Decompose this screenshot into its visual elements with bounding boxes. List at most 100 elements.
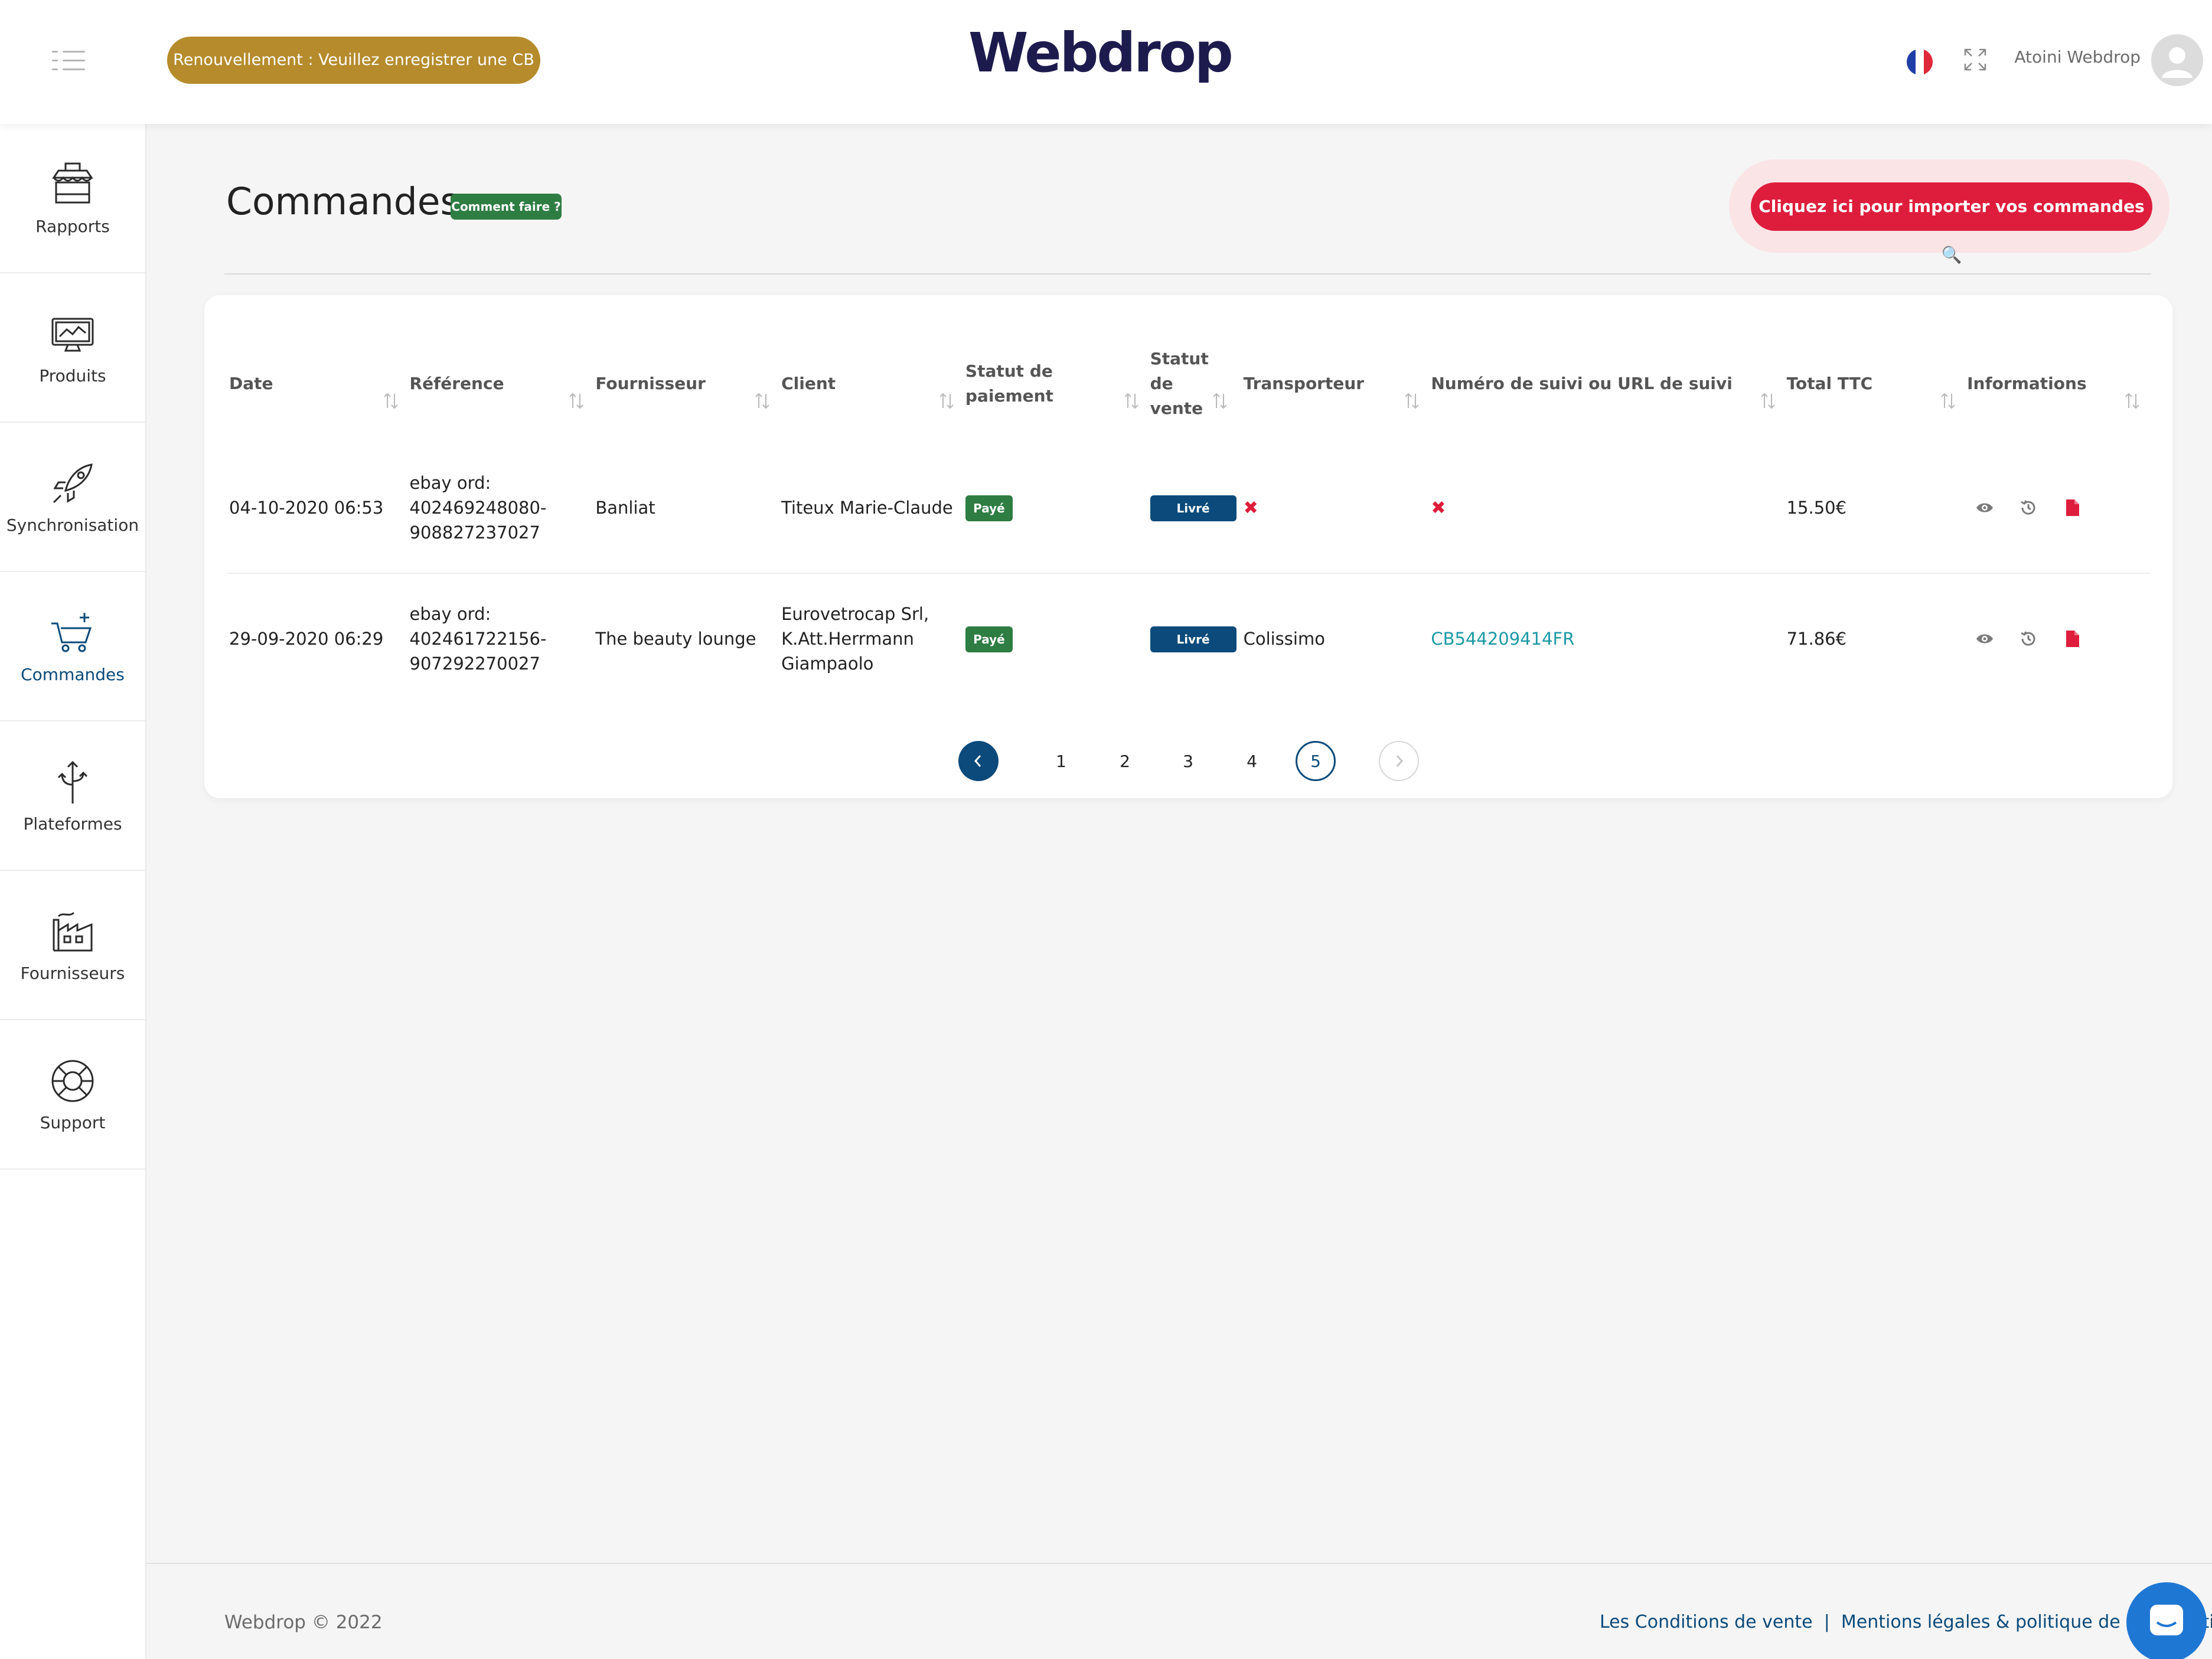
- history-icon[interactable]: [2019, 629, 2038, 648]
- sort-icon[interactable]: [1123, 391, 1140, 410]
- lifebuoy-icon: [51, 1060, 94, 1102]
- page-button-5-current[interactable]: 5: [1296, 741, 1336, 781]
- cell-informations: [1966, 573, 2150, 704]
- header-label: Total TTC: [1786, 374, 1873, 393]
- column-header-reference[interactable]: Référence: [409, 325, 595, 443]
- column-header-transporteur[interactable]: Transporteur: [1242, 325, 1430, 443]
- page-button-1[interactable]: 1: [1041, 741, 1081, 781]
- table-row: 29-09-2020 06:29 ebay ord: 402461722156- 9…: [228, 573, 2150, 704]
- reference-line: 907292270027: [409, 654, 540, 674]
- top-header: Renouvellement : Veuillez enregistrer un…: [0, 0, 2212, 124]
- view-icon[interactable]: [1975, 629, 1994, 648]
- next-page-button[interactable]: [1379, 741, 1419, 781]
- sidebar-item-label: Support: [40, 1113, 106, 1132]
- column-header-sale-status[interactable]: Statut de vente: [1149, 325, 1242, 443]
- sidebar-item-support[interactable]: Support: [0, 1020, 145, 1170]
- missing-tracking-icon: ✖: [1431, 497, 1446, 518]
- history-icon[interactable]: [2019, 498, 2038, 517]
- sidebar-item-label: Commandes: [21, 665, 125, 684]
- sort-icon[interactable]: [383, 391, 399, 410]
- header-label: Numéro de suivi ou URL de suivi: [1431, 374, 1733, 393]
- sidebar-item-synchronisation[interactable]: Synchronisation: [0, 423, 145, 572]
- page-button-3[interactable]: 3: [1168, 741, 1208, 781]
- reference-line: ebay ord:: [409, 604, 491, 624]
- french-flag-icon[interactable]: [1907, 49, 1933, 75]
- tracking-link[interactable]: CB544209414FR: [1431, 629, 1574, 649]
- prev-page-button[interactable]: [958, 741, 999, 781]
- sidebar: Rapports Produits Synchronisation Comman…: [0, 124, 146, 1659]
- chat-launcher-button[interactable]: [2126, 1582, 2207, 1659]
- user-name[interactable]: Atoini Webdrop: [2011, 47, 2141, 67]
- column-header-informations[interactable]: Informations: [1966, 325, 2150, 443]
- cell-transporteur: Colissimo: [1243, 629, 1325, 649]
- sort-icon[interactable]: [1760, 391, 1776, 410]
- factory-icon: [53, 912, 93, 952]
- header-label: Fournisseur: [595, 374, 706, 393]
- monitor-icon: [51, 318, 94, 352]
- cell-date: 29-09-2020 06:29: [229, 629, 384, 649]
- sort-icon[interactable]: [1212, 391, 1228, 410]
- sidebar-item-fournisseurs[interactable]: Fournisseurs: [0, 871, 145, 1020]
- sidebar-item-rapports[interactable]: Rapports: [0, 124, 145, 273]
- cart-icon: [51, 613, 92, 652]
- payment-status-badge: Payé: [965, 626, 1013, 652]
- footer-year: 2022: [335, 1612, 383, 1633]
- column-header-total[interactable]: Total TTC: [1786, 325, 1966, 443]
- help-button[interactable]: Comment faire ?: [451, 194, 562, 220]
- document-icon[interactable]: [2063, 498, 2082, 517]
- column-header-client[interactable]: Client: [780, 325, 964, 443]
- column-header-fournisseur[interactable]: Fournisseur: [594, 325, 780, 443]
- page-title: Commandes: [226, 180, 460, 223]
- column-header-payment-status[interactable]: Statut de paiement: [964, 325, 1149, 443]
- sort-icon[interactable]: [568, 391, 585, 410]
- footer-brand: Webdrop: [224, 1612, 306, 1633]
- sort-icon[interactable]: [2124, 391, 2141, 410]
- client-line: Titeux Marie-Claude: [781, 498, 953, 518]
- sidebar-item-label: Fournisseurs: [20, 964, 125, 983]
- sidebar-item-commandes[interactable]: Commandes: [0, 572, 145, 721]
- payment-status-badge: Payé: [965, 495, 1013, 521]
- webdrop-logo[interactable]: Webdrop: [968, 21, 1234, 84]
- reference-line: 908827237027: [409, 522, 540, 543]
- page-button-4[interactable]: 4: [1232, 741, 1272, 781]
- fullscreen-icon[interactable]: [1964, 48, 1986, 71]
- header-label: Date: [229, 374, 273, 393]
- page-button-2[interactable]: 2: [1105, 741, 1145, 781]
- sidebar-item-produits[interactable]: Produits: [0, 273, 145, 423]
- sidebar-item-label: Rapports: [35, 217, 110, 236]
- document-icon[interactable]: [2063, 629, 2082, 648]
- cell-sale-status: Livré: [1149, 443, 1242, 574]
- missing-carrier-icon: ✖: [1243, 497, 1258, 518]
- sort-icon[interactable]: [754, 391, 771, 410]
- sort-icon[interactable]: [1404, 391, 1420, 410]
- orders-card: Date Référence Fournisseur Client Statut…: [204, 295, 2172, 798]
- sale-status-badge: Livré: [1150, 495, 1236, 521]
- cell-sale-status: Livré: [1149, 573, 1242, 704]
- import-orders-button[interactable]: Cliquez ici pour importer vos commandes …: [1751, 182, 2152, 264]
- table-row: 04-10-2020 06:53 ebay ord: 402469248080- 9…: [228, 443, 2150, 574]
- view-icon[interactable]: [1975, 498, 1994, 517]
- header-label: Statut de: [965, 361, 1053, 381]
- header-label: Transporteur: [1243, 374, 1365, 393]
- sidebar-item-plateformes[interactable]: Plateformes: [0, 721, 145, 871]
- cell-reference: ebay ord: 402461722156- 907292270027: [409, 573, 595, 704]
- avatar[interactable]: [2151, 34, 2203, 86]
- pagination: 1 2 3 4 5: [204, 741, 2172, 782]
- sort-icon[interactable]: [938, 391, 955, 410]
- column-header-date[interactable]: Date: [228, 325, 409, 443]
- sort-icon[interactable]: [1940, 391, 1956, 410]
- chat-icon: [2150, 1605, 2183, 1635]
- reference-line: 402469248080-: [409, 498, 547, 518]
- header-label: Client: [781, 374, 836, 393]
- renewal-notice-button[interactable]: Renouvellement : Veuillez enregistrer un…: [167, 37, 540, 84]
- footer-links: Les Conditions de vente | Mentions légal…: [1600, 1612, 2212, 1632]
- menu-toggle-icon[interactable]: [52, 51, 85, 71]
- terms-of-sale-link[interactable]: Les Conditions de vente: [1600, 1612, 1813, 1632]
- divider: [224, 273, 2151, 275]
- column-header-tracking[interactable]: Numéro de suivi ou URL de suivi: [1430, 325, 1785, 443]
- cell-total: 71.86€: [1786, 629, 1847, 649]
- reference-line: 402461722156-: [409, 629, 547, 649]
- cell-client: Titeux Marie-Claude: [780, 443, 964, 574]
- header-label: Référence: [409, 374, 504, 393]
- user-icon: [2162, 47, 2193, 78]
